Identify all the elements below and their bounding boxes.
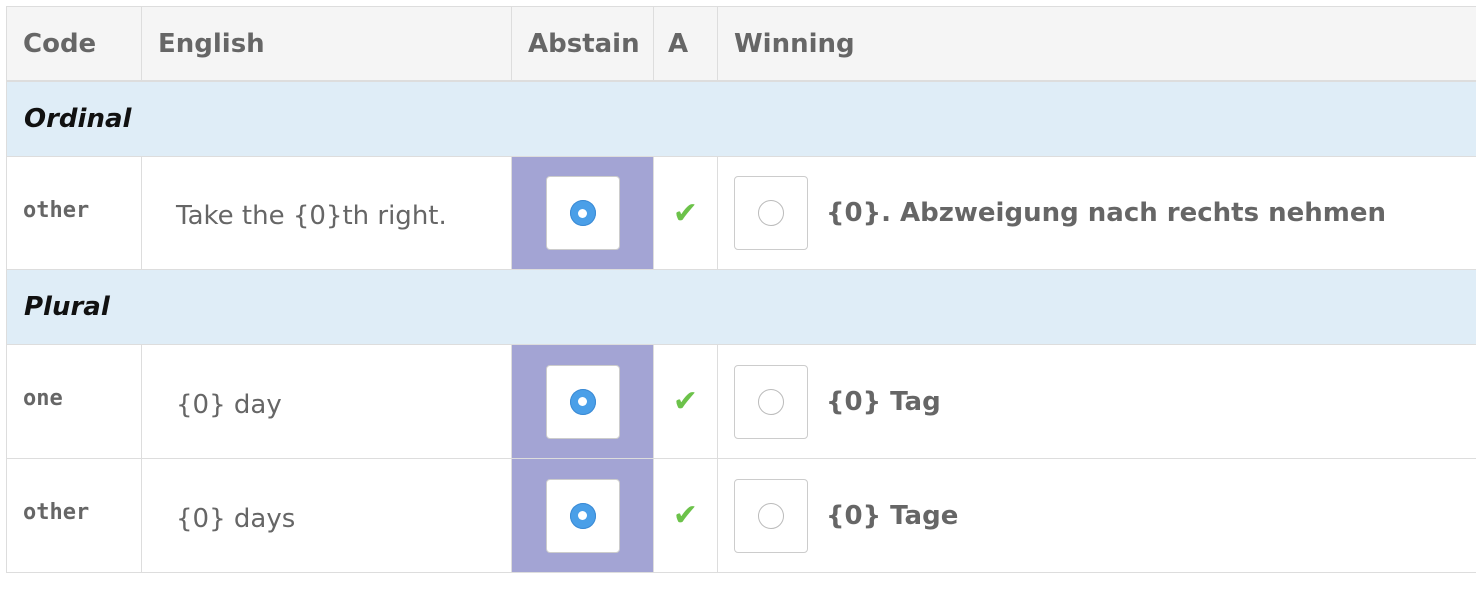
- checkmark-icon: ✔: [672, 498, 699, 533]
- radio-unselected-icon: [758, 388, 784, 415]
- header-code: Code: [7, 7, 142, 80]
- approved-cell: ✔: [654, 345, 718, 458]
- code-cell: other: [7, 157, 142, 269]
- english-cell: {0} days: [142, 459, 512, 572]
- section-title: Ordinal: [24, 104, 132, 134]
- radio-unselected-icon: [758, 200, 784, 226]
- table-header: Code English Abstain A Winning: [6, 6, 1476, 82]
- checkmark-icon: ✔: [672, 195, 699, 231]
- vote-radio-button[interactable]: [734, 364, 808, 439]
- radio-unselected-icon: [758, 502, 784, 529]
- header-winning: Winning: [734, 28, 855, 59]
- vote-radio-button[interactable]: [734, 176, 808, 250]
- header-a: A: [654, 7, 718, 80]
- code-cell: other: [7, 459, 142, 572]
- abstain-cell: [512, 345, 654, 458]
- table-row: other {0} days ✔ {0} Tage: [6, 459, 1476, 573]
- winning-cell: {0} Tage: [718, 459, 1476, 572]
- vote-table: Code English Abstain A Winning Ordinal o…: [6, 6, 1476, 573]
- code-cell: one: [7, 345, 142, 458]
- abstain-radio-button[interactable]: [545, 364, 620, 439]
- approved-cell: ✔: [654, 157, 718, 269]
- section-row-plural: Plural: [6, 270, 1476, 345]
- radio-selected-icon: [569, 502, 596, 529]
- winning-cell: {0}. Abzweigung nach rechts nehmen: [718, 157, 1476, 269]
- section-row-ordinal: Ordinal: [6, 82, 1476, 157]
- abstain-radio-button[interactable]: [545, 478, 620, 553]
- abstain-cell: [512, 459, 654, 572]
- winning-value: {0}. Abzweigung nach rechts nehmen: [826, 198, 1387, 228]
- winning-value: {0} Tag: [826, 386, 941, 417]
- checkmark-icon: ✔: [672, 384, 699, 419]
- english-cell: Take the {0}th right.: [142, 157, 512, 269]
- winning-value: {0} Tage: [826, 500, 959, 531]
- table-row: other Take the {0}th right. ✔ {0}. Abzwe…: [6, 157, 1476, 270]
- radio-selected-icon: [569, 200, 596, 226]
- vote-radio-button[interactable]: [734, 478, 808, 553]
- header-english: English: [142, 7, 512, 80]
- section-title: Plural: [24, 292, 110, 322]
- table-row: one {0} day ✔ {0} Tag: [6, 345, 1476, 459]
- abstain-radio-button[interactable]: [545, 176, 620, 250]
- radio-selected-icon: [569, 388, 596, 415]
- abstain-cell: [512, 157, 654, 269]
- approved-cell: ✔: [654, 459, 718, 572]
- winning-cell: {0} Tag: [718, 345, 1476, 458]
- english-cell: {0} day: [142, 345, 512, 458]
- header-abstain: Abstain: [512, 7, 654, 80]
